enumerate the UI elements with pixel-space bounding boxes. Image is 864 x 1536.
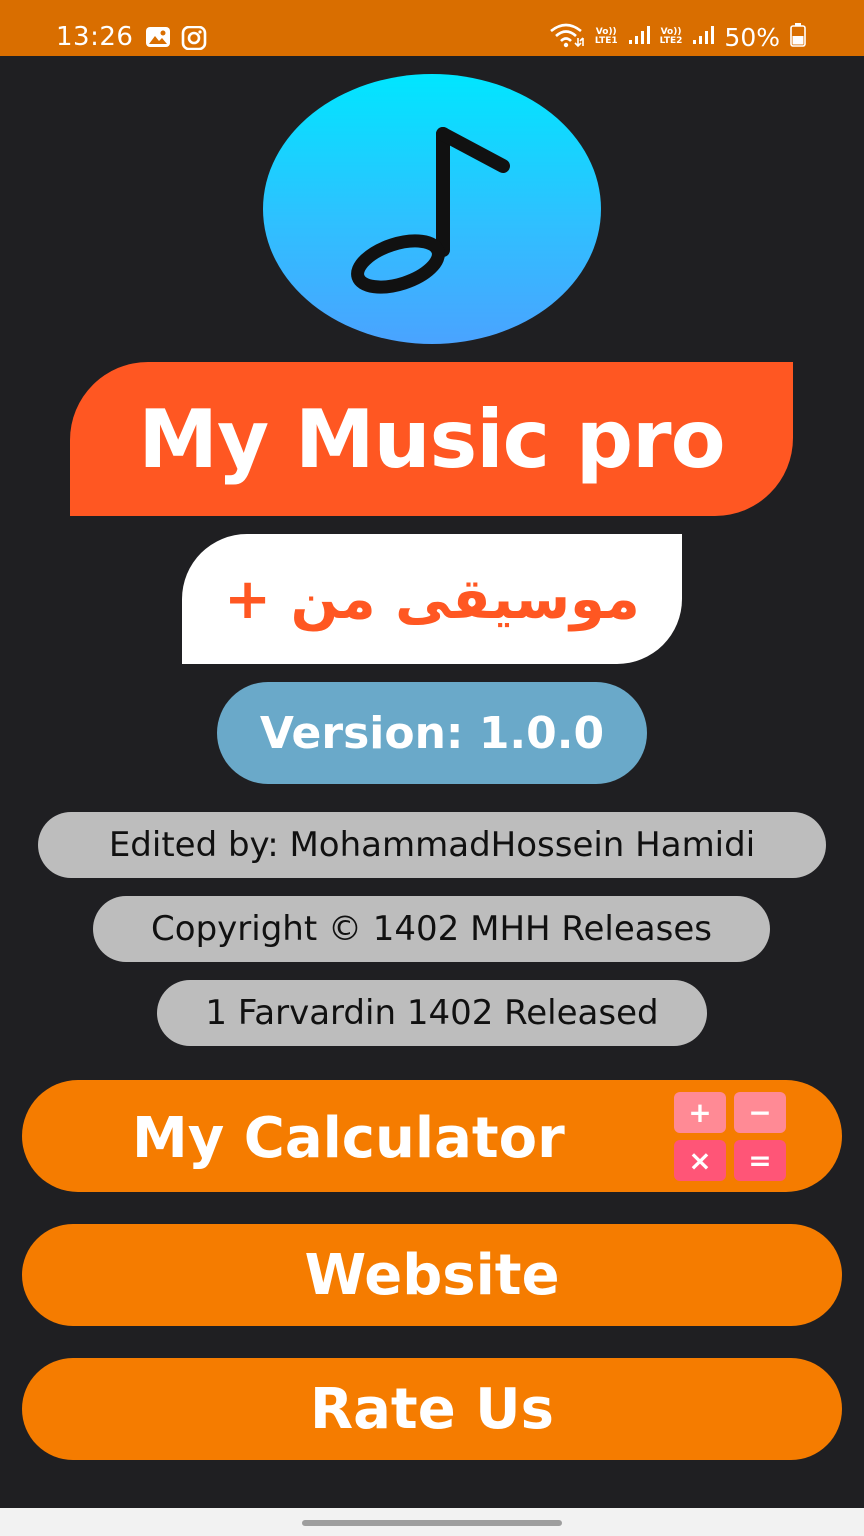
signal-icon-2 (692, 25, 715, 49)
sim2-label: Vo)) LTE2 (660, 28, 683, 46)
copyright-label: Copyright © 1402 MHH Releases (151, 909, 712, 949)
music-note-icon (351, 127, 510, 294)
instagram-icon (181, 25, 207, 54)
signal-icon (628, 25, 650, 49)
calculator-icon: + − × = (674, 1092, 788, 1182)
version-label: Version: 1.0.0 (259, 707, 605, 759)
notification-icons (145, 25, 207, 54)
calc-key-equals: = (734, 1140, 786, 1181)
wifi-icon (549, 22, 585, 52)
status-time: 13:26 (56, 22, 134, 52)
sim1-network-label: LTE1 (594, 36, 618, 46)
editor-label: Edited by: MohammadHossein Hamidi (108, 825, 756, 865)
version-badge: Version: 1.0.0 (217, 682, 647, 784)
release-date: 1 Farvardin 1402 Released (157, 980, 707, 1046)
sim2-network-label: LTE2 (659, 36, 683, 46)
status-bar: 13:26 Vo)) LTE1 Vo)) LTE2 50% (0, 0, 864, 56)
rate-us-label: Rate Us (310, 1376, 554, 1442)
title-banner: My Music pro (70, 362, 793, 516)
my-calculator-label: My Calculator (132, 1106, 565, 1171)
editor-credit: Edited by: MohammadHossein Hamidi (38, 812, 826, 878)
subtitle-banner: موسیقی من + (182, 534, 682, 664)
battery-percent: 50% (724, 22, 780, 52)
calc-key-minus: − (734, 1092, 786, 1133)
calc-key-plus: + (674, 1092, 726, 1133)
gallery-icon (145, 26, 171, 54)
release-label: 1 Farvardin 1402 Released (205, 993, 659, 1033)
app-title: My Music pro (138, 392, 725, 486)
app-logo (263, 74, 601, 344)
website-button[interactable]: Website (22, 1224, 842, 1326)
copyright-notice: Copyright © 1402 MHH Releases (93, 896, 770, 962)
calc-key-times: × (674, 1140, 726, 1181)
navigation-bar (0, 1508, 864, 1536)
app-subtitle: موسیقی من + (224, 566, 640, 632)
battery-icon (790, 23, 806, 51)
rate-us-button[interactable]: Rate Us (22, 1358, 842, 1460)
system-icons: Vo)) LTE1 Vo)) LTE2 50% (549, 22, 806, 52)
app-screen: 13:26 Vo)) LTE1 Vo)) LTE2 50% My Music p… (0, 0, 864, 1536)
website-label: Website (304, 1242, 560, 1308)
sim1-label: Vo)) LTE1 (595, 28, 618, 46)
home-gesture-handle[interactable] (302, 1520, 562, 1526)
my-calculator-button[interactable]: My Calculator + − × = (22, 1080, 842, 1192)
